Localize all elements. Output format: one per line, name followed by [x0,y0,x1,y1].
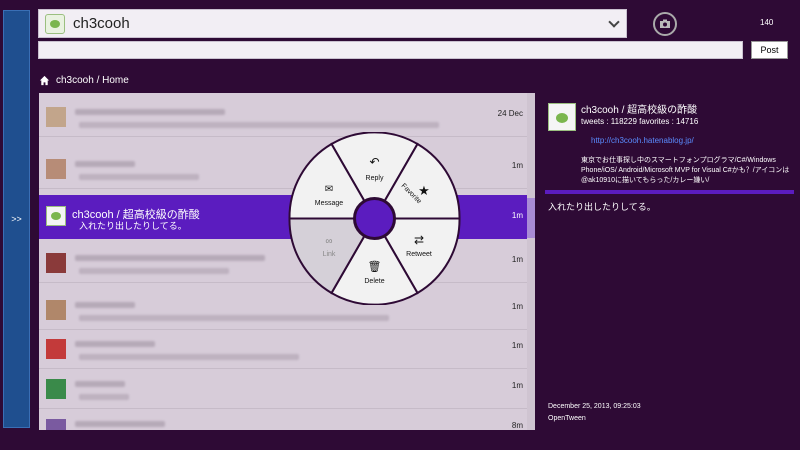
redacted-name [75,421,165,427]
tweet-date: December 25, 2013, 09:25:03 [548,403,641,410]
camera-icon [660,19,670,28]
wheel-center-button[interactable] [353,197,396,240]
detail-avatar [548,103,576,131]
avatar [46,339,66,359]
link-label: Link [323,251,336,258]
breadcrumb-text: ch3cooh / Home [56,75,129,86]
timeline-row[interactable]: 1m [39,325,535,369]
redacted-text [79,354,299,360]
char-count: 140 [760,18,774,27]
post-button[interactable]: Post [751,41,788,59]
timeline-scrollbar[interactable] [527,93,535,430]
avatar [46,300,66,320]
timestamp: 1m [511,381,523,390]
timestamp: 8m [511,421,523,430]
avatar [46,379,66,399]
timestamp: 1m [511,255,523,264]
timestamp: 1m [511,341,523,350]
redacted-text [79,315,389,321]
tweet-detail-panel: ch3cooh / 超高校級の酢酸 tweets : 118229 favori… [545,93,795,430]
avatar [46,253,66,273]
scrollbar-thumb[interactable] [527,198,535,238]
redacted-name [75,255,265,261]
link-icon: ∞ [325,236,332,247]
delete-label: Delete [364,278,384,285]
detail-tweet-text: 入れたり出したりしてる。 [548,202,656,212]
avatar [46,107,66,127]
star-icon: ★ [418,183,430,198]
tweet-text: 入れたり出したりしてる。 [79,221,187,231]
account-avatar [45,13,65,34]
profile-link[interactable]: http://ch3cooh.hatenablog.jp/ [591,136,694,145]
timestamp: 1m [511,161,523,170]
timeline-row[interactable]: 1m [39,365,535,409]
redacted-name [75,161,135,167]
message-label: Message [315,200,344,207]
message-icon: ✉ [325,184,333,195]
trash-icon: 🗑 [368,260,382,273]
retweet-label: Retweet [406,251,432,258]
side-panel-toggle[interactable]: >> [3,10,30,428]
chevron-down-icon [608,16,620,28]
reply-icon: ↶ [369,155,379,169]
redacted-name [75,109,225,115]
avatar [46,159,66,179]
detail-stats: tweets : 118229 favorites : 14716 [581,117,699,126]
account-name: ch3cooh [73,15,130,32]
radial-action-menu: ↶ Reply ★ Favorite ⇄ Retweet 🗑 Delete ∞ … [288,132,461,305]
avatar [46,206,66,226]
redacted-text [79,122,439,128]
breadcrumb: ch3cooh / Home [39,75,129,86]
redacted-text [79,268,229,274]
expand-label: >> [11,214,22,224]
avatar [46,419,66,430]
redacted-name [75,341,155,347]
timestamp: 1m [511,211,523,220]
retweet-icon: ⇄ [414,233,424,247]
timestamp: 24 Dec [497,109,523,118]
camera-button[interactable] [653,12,677,36]
redacted-name [75,381,125,387]
home-icon [39,75,50,86]
timestamp: 1m [511,302,523,311]
profile-bio: 東京でお仕事探し中のスマートフォンプログラマ/C#/Windows Phone/… [581,157,790,184]
reply-label: Reply [366,175,384,182]
tweet-client: OpenTween [548,415,586,422]
detail-divider [545,190,794,194]
timeline-row[interactable]: 8m [39,405,535,430]
redacted-text [79,394,129,400]
redacted-text [79,174,199,180]
tweet-input[interactable] [38,41,743,59]
detail-user-name: ch3cooh / 超高校級の酢酸 [581,105,698,116]
redacted-name [75,302,135,308]
account-selector[interactable]: ch3cooh [38,9,627,38]
timeline-row[interactable]: 24 Dec [39,93,535,137]
